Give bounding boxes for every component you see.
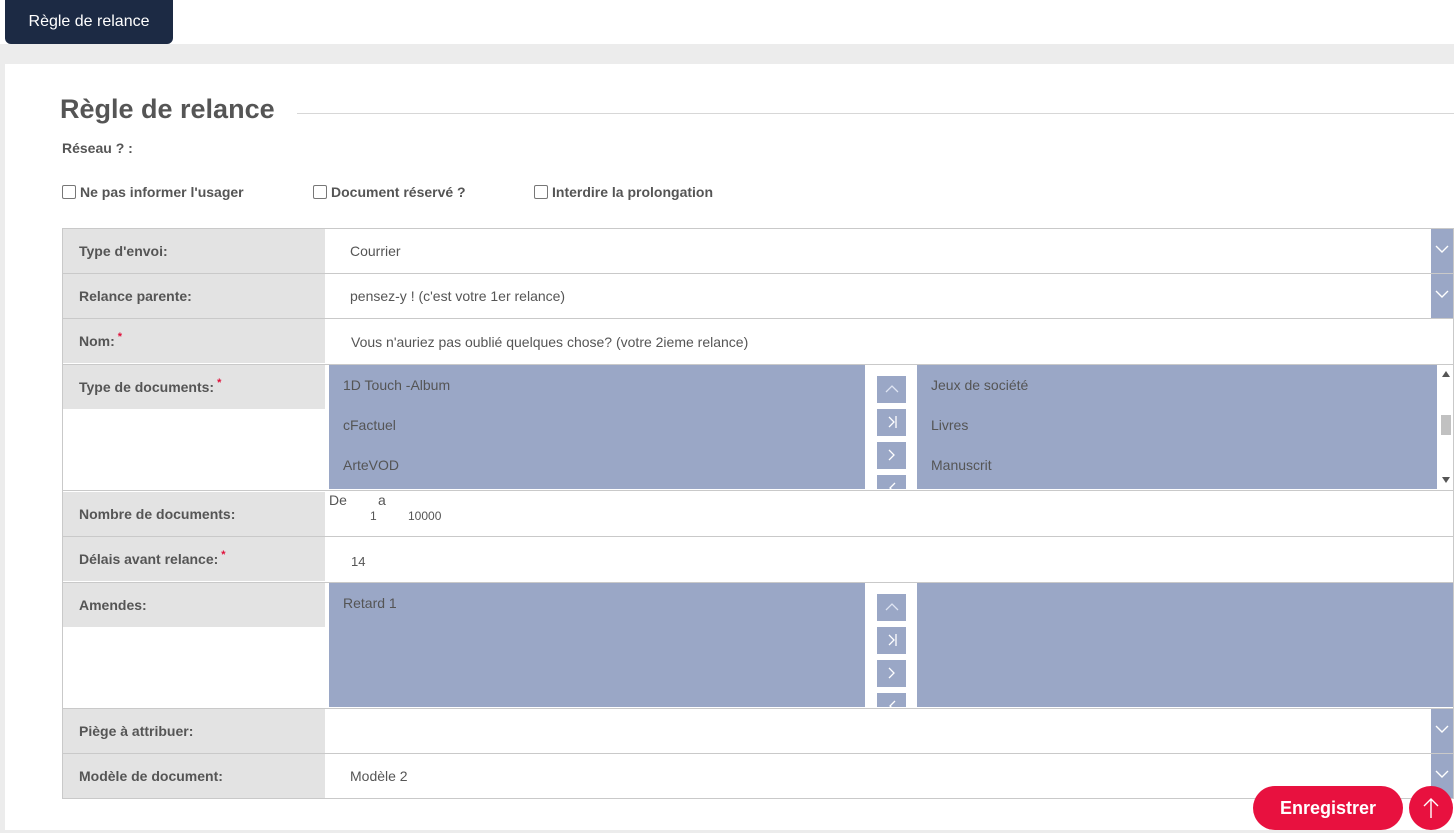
move-up-button[interactable] <box>877 376 906 403</box>
chevron-up-icon <box>885 603 899 611</box>
main-panel: Règle de relance Réseau ? : Ne pas infor… <box>5 64 1454 830</box>
tab-strip: Règle de relance <box>0 0 1454 44</box>
chevron-right-end-icon <box>888 634 897 646</box>
checkbox-box[interactable] <box>534 185 548 199</box>
delais-label: Délais avant relance: * <box>63 537 325 581</box>
list-item[interactable]: Livres <box>931 417 968 433</box>
chevron-right-end-icon <box>888 416 897 428</box>
reseau-label: Réseau ? : <box>62 140 133 156</box>
nombre-to-label: a <box>378 492 386 508</box>
move-all-right-button[interactable] <box>877 627 906 654</box>
type-envoi-dropdown-button[interactable] <box>1431 229 1453 273</box>
tab-regle-de-relance[interactable]: Règle de relance <box>5 0 173 44</box>
list-item[interactable]: ArteVOD <box>343 457 399 473</box>
modele-label: Modèle de document: <box>63 754 325 798</box>
type-documents-selected-list[interactable]: Jeux de société Livres Manuscrit <box>917 365 1437 489</box>
move-up-button[interactable] <box>877 594 906 621</box>
checkbox-label: Interdire la prolongation <box>552 184 714 200</box>
checkbox-interdire-prolongation[interactable]: Interdire la prolongation <box>534 184 713 200</box>
scrollbar-thumb[interactable] <box>1441 415 1451 435</box>
type-documents-transfer-buttons <box>865 365 917 489</box>
options-checkboxes: Ne pas informer l'usager Document réserv… <box>5 184 1454 204</box>
chevron-down-icon <box>1435 245 1449 253</box>
save-button[interactable]: Enregistrer <box>1253 786 1403 830</box>
chevron-right-icon <box>888 667 895 679</box>
scroll-to-top-button[interactable] <box>1409 786 1453 830</box>
rule-form: Type d'envoi: Courrier Relance parente: … <box>62 228 1454 799</box>
checkbox-label: Ne pas informer l'usager <box>80 184 244 200</box>
checkbox-ne-pas-informer[interactable]: Ne pas informer l'usager <box>62 184 244 200</box>
row-modele: Modèle de document: Modèle 2 <box>63 754 1453 798</box>
move-left-button[interactable] <box>877 693 906 707</box>
amendes-label: Amendes: <box>63 583 325 627</box>
nombre-from-input[interactable]: 1 <box>370 509 377 523</box>
chevron-down-icon <box>1435 290 1449 298</box>
checkbox-box[interactable] <box>62 185 76 199</box>
move-all-right-button[interactable] <box>877 409 906 436</box>
checkbox-box[interactable] <box>313 185 327 199</box>
checkbox-document-reserve[interactable]: Document réservé ? <box>313 184 466 200</box>
piege-label: Piège à attribuer: <box>63 709 325 753</box>
nombre-from-label: De <box>329 492 347 508</box>
type-envoi-label: Type d'envoi: <box>63 229 325 273</box>
nom-label: Nom: * <box>63 319 325 363</box>
relance-parente-label: Relance parente: <box>63 274 325 318</box>
modele-select[interactable]: Modèle 2 <box>350 768 408 784</box>
chevron-left-icon <box>889 482 896 489</box>
chevron-down-icon <box>1435 770 1449 778</box>
row-amendes: Amendes: Retard 1 <box>63 583 1453 709</box>
row-type-documents: Type de documents: * 1D Touch -Album cFac… <box>63 365 1453 491</box>
delais-input[interactable]: 14 <box>351 554 365 569</box>
selected-list-scrollbar[interactable] <box>1437 365 1453 489</box>
type-documents-available-list[interactable]: 1D Touch -Album cFactuel ArteVOD <box>329 365 865 489</box>
move-right-button[interactable] <box>877 660 906 687</box>
page-title: Règle de relance <box>60 94 275 124</box>
type-documents-label: Type de documents: * <box>63 365 325 409</box>
chevron-left-icon <box>889 700 896 707</box>
relance-parente-dropdown-button[interactable] <box>1431 274 1453 318</box>
chevron-down-icon <box>1435 725 1449 733</box>
row-type-envoi: Type d'envoi: Courrier <box>63 229 1453 274</box>
title-divider <box>297 113 1454 114</box>
scroll-down-arrow-icon[interactable] <box>1442 477 1450 483</box>
list-item[interactable]: Jeux de société <box>931 377 1028 393</box>
row-piege: Piège à attribuer: <box>63 709 1453 754</box>
type-envoi-select[interactable]: Courrier <box>350 243 401 259</box>
amendes-selected-list[interactable] <box>917 583 1453 707</box>
scroll-up-arrow-icon[interactable] <box>1442 371 1450 377</box>
arrow-up-icon <box>1423 798 1439 818</box>
nombre-documents-label: Nombre de documents: <box>63 492 325 536</box>
row-delais: Délais avant relance: * 14 <box>63 537 1453 583</box>
list-item[interactable]: Manuscrit <box>931 457 992 473</box>
list-item[interactable]: cFactuel <box>343 417 396 433</box>
row-nom: Nom: * Vous n'auriez pas oublié quelques … <box>63 319 1453 365</box>
row-relance-parente: Relance parente: pensez-y ! (c'est votre… <box>63 274 1453 319</box>
move-right-button[interactable] <box>877 442 906 469</box>
amendes-available-list[interactable]: Retard 1 <box>329 583 865 707</box>
move-left-button[interactable] <box>877 475 906 489</box>
nombre-to-input[interactable]: 10000 <box>408 509 441 523</box>
chevron-right-icon <box>888 449 895 461</box>
list-item[interactable]: 1D Touch -Album <box>343 377 450 393</box>
amendes-transfer-buttons <box>865 583 917 707</box>
piege-dropdown-button[interactable] <box>1431 709 1453 753</box>
row-nombre-documents: Nombre de documents: De a 1 10000 <box>63 491 1453 537</box>
list-item[interactable]: Retard 1 <box>343 595 397 611</box>
nom-input[interactable]: Vous n'auriez pas oublié quelques chose?… <box>351 334 748 350</box>
relance-parente-select[interactable]: pensez-y ! (c'est votre 1er relance) <box>350 288 565 304</box>
checkbox-label: Document réservé ? <box>331 184 466 200</box>
chevron-up-icon <box>885 385 899 393</box>
